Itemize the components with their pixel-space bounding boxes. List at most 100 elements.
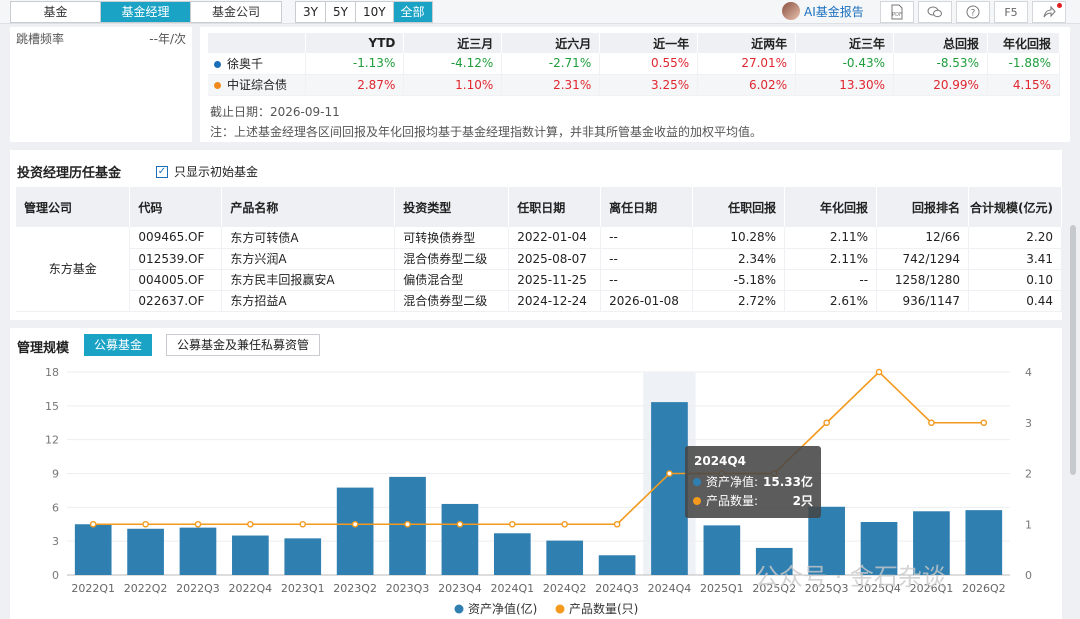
y-left-tick-label: 3 xyxy=(52,535,59,548)
return-cell: -0.43% xyxy=(795,53,895,75)
table-row: 中证综合债 2.87% 1.10% 2.31% 3.25% 6.02% 13.3… xyxy=(208,74,1061,96)
x-tick-label: 2023Q2 xyxy=(333,582,377,595)
checkbox-label: 只显示初始基金 xyxy=(174,165,259,179)
fund-name-link[interactable]: 东方兴润A xyxy=(221,248,396,270)
fund-code-link[interactable]: 004005.OF xyxy=(129,269,223,291)
turnover-frequency-value: --年/次 xyxy=(149,32,186,46)
rank-cell: 936/1147 xyxy=(876,290,970,312)
col-product-name: 产品名称 xyxy=(221,187,396,227)
return-cell: 3.25% xyxy=(599,74,699,96)
line-point-2023Q4 xyxy=(456,520,464,528)
tenure-return-cell: 10.28% xyxy=(692,227,786,249)
size-cell: 3.41 xyxy=(968,248,1062,270)
help-button[interactable]: ? xyxy=(956,1,990,23)
wechat-button[interactable] xyxy=(918,1,952,23)
range-3y[interactable]: 3Y xyxy=(296,2,326,22)
tab-fund-manager[interactable]: 基金经理 xyxy=(101,2,191,22)
returns-panel: YTD 近三月 近六月 近一年 近两年 近三年 总回报 年化回报 徐奥千 -1.… xyxy=(200,27,1070,142)
table-row[interactable]: 004005.OF 东方民丰回报赢安A 偏债混合型 2025-11-25 -- … xyxy=(16,269,1062,291)
returns-header-1y: 近一年 xyxy=(599,33,699,53)
x-tick-label: 2022Q4 xyxy=(229,582,273,595)
line-point-2022Q4 xyxy=(247,520,254,528)
x-tick-label: 2023Q1 xyxy=(281,582,325,595)
checkbox-checked-icon: ✓ xyxy=(156,165,168,178)
entity-tabs: 基金 基金经理 基金公司 xyxy=(10,1,282,23)
fund-code-link[interactable]: 022637.OF xyxy=(129,290,223,312)
line-point-2022Q3 xyxy=(194,520,202,528)
col-end-date: 离任日期 xyxy=(600,187,694,227)
management-scale-title: 管理规模 xyxy=(17,341,70,356)
y-right-tick-label: 4 xyxy=(1025,366,1032,379)
vertical-scrollbar[interactable] xyxy=(1070,225,1076,475)
annualized-return-cell: -- xyxy=(784,269,878,291)
fund-history-title: 投资经理历任基金 xyxy=(17,166,122,181)
annualized-return-cell: 2.11% xyxy=(784,227,878,249)
end-date-cell: -- xyxy=(600,248,694,270)
y-left-tick-label: 12 xyxy=(45,434,59,447)
legend-label-net-asset: 资产净值(亿) xyxy=(468,601,537,616)
y-left-tick-label: 0 xyxy=(52,569,59,582)
initial-fund-only-checkbox[interactable]: ✓ 只显示初始基金 xyxy=(156,163,258,180)
invest-type-cell: 偏债混合型 xyxy=(394,269,510,291)
fund-name-link[interactable]: 东方民丰回报赢安A xyxy=(221,269,396,291)
table-row[interactable]: 012539.OF 东方兴润A 混合债券型二级 2025-08-07 -- 2.… xyxy=(16,248,1062,270)
bar-2025Q1 xyxy=(703,525,741,575)
fund-name-link[interactable]: 东方可转债A xyxy=(221,227,396,249)
bar-2024Q1 xyxy=(493,533,531,575)
col-annualized-return: 年化回报 xyxy=(784,187,878,227)
public-and-private-button[interactable]: 公募基金及兼任私募资管 xyxy=(166,334,321,356)
returns-header-6m: 近六月 xyxy=(501,33,601,53)
bar-2022Q3 xyxy=(179,527,217,575)
table-row[interactable]: 东方基金 009465.OF 东方可转债A 可转换债券型 2022-01-04 … xyxy=(16,227,1062,312)
tab-fund-company[interactable]: 基金公司 xyxy=(191,2,281,22)
x-tick-label: 2025Q1 xyxy=(700,582,744,595)
range-all[interactable]: 全部 xyxy=(393,2,432,22)
return-cell: 13.30% xyxy=(795,74,895,96)
line-point-2023Q1 xyxy=(299,520,307,528)
bar-2022Q4 xyxy=(232,535,269,575)
watermark-text: 公众号 · 金石杂谈 xyxy=(755,563,946,591)
return-cell: -1.13% xyxy=(305,53,405,75)
x-tick-label: 2023Q4 xyxy=(438,582,482,595)
range-5y[interactable]: 5Y xyxy=(325,2,356,22)
rank-cell: 742/1294 xyxy=(876,248,970,270)
return-cell: 2.31% xyxy=(501,74,601,96)
return-cell: 6.02% xyxy=(697,74,797,96)
tooltip-label: 资产净值: xyxy=(706,474,758,489)
returns-table: YTD 近三月 近六月 近一年 近两年 近三年 总回报 年化回报 徐奥千 -1.… xyxy=(208,33,1061,96)
end-date-cell: -- xyxy=(600,227,694,249)
line-point-2022Q1 xyxy=(89,520,97,528)
range-10y[interactable]: 10Y xyxy=(355,2,394,22)
returns-footnote: 注：上述基金经理各区间回报及年化回报均基于基金经理指数计算，并非其所管基金收益的… xyxy=(210,125,763,139)
pdf-button[interactable]: PDF xyxy=(880,1,914,23)
returns-header-total: 总回报 xyxy=(893,33,988,53)
x-tick-label: 2022Q2 xyxy=(124,582,168,595)
x-tick-label: 2024Q3 xyxy=(595,582,639,595)
share-button[interactable] xyxy=(1032,1,1066,23)
fund-code-link[interactable]: 012539.OF xyxy=(129,248,223,270)
refresh-f5-button[interactable]: F5 xyxy=(994,1,1028,23)
fund-history-table: 管理公司 代码 产品名称 投资类型 任职日期 离任日期 任职回报 年化回报 回报… xyxy=(16,187,1062,312)
public-fund-button[interactable]: 公募基金 xyxy=(84,334,153,356)
y-right-tick-label: 1 xyxy=(1025,518,1032,531)
top-toolbar: 基金 基金经理 基金公司 3Y 5Y 10Y 全部 AI基金报告 PDF ? F… xyxy=(0,0,1080,24)
col-total-size: 合计规模(亿元) xyxy=(968,187,1062,227)
col-code: 代码 xyxy=(129,187,223,227)
y-left-tick-label: 9 xyxy=(52,468,59,481)
ai-report-link[interactable]: AI基金报告 xyxy=(782,2,864,20)
manager-stats-panel: 跳槽频率 --年/次 xyxy=(10,27,192,142)
size-cell: 0.10 xyxy=(968,269,1062,291)
table-row[interactable]: 022637.OF 东方招益A 混合债券型二级 2024-12-24 2026-… xyxy=(16,290,1062,312)
fund-code-link[interactable]: 009465.OF xyxy=(129,227,223,249)
annualized-return-cell: 2.11% xyxy=(784,248,878,270)
line-point-2024Q4 xyxy=(666,470,673,477)
bar-2024Q4 xyxy=(651,402,688,575)
benchmark-name: 中证综合债 xyxy=(227,78,288,92)
returns-header-3m: 近三月 xyxy=(403,33,503,53)
col-invest-type: 投资类型 xyxy=(394,187,510,227)
start-date-cell: 2024-12-24 xyxy=(508,290,602,312)
tab-fund[interactable]: 基金 xyxy=(11,2,101,22)
legend-dot xyxy=(214,60,221,68)
fund-name-link[interactable]: 东方招益A xyxy=(221,290,396,312)
y-left-tick-label: 18 xyxy=(45,366,59,379)
